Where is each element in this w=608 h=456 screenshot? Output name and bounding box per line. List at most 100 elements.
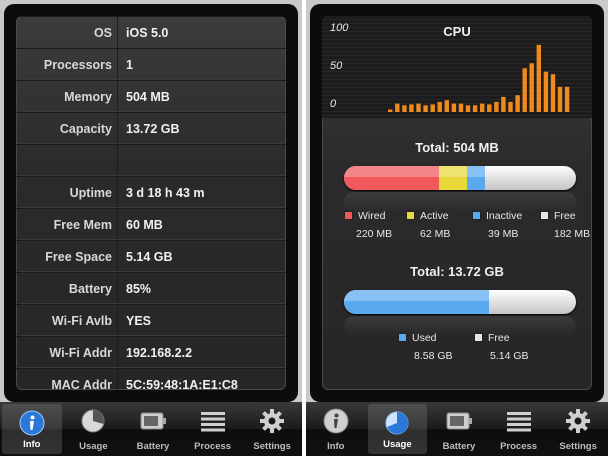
- storage-total-label: Total: 13.72 GB: [410, 264, 504, 279]
- cpu-bar: [564, 86, 570, 112]
- info-value: 5C:59:48:1A:E1:C8: [126, 378, 238, 390]
- info-screen-phone: OS iOS 5.0 Processors 1 Memory 504 MB Ca…: [0, 0, 302, 456]
- info-key: Free Space: [45, 250, 112, 264]
- info-key: Capacity: [59, 122, 112, 136]
- cpu-bar: [472, 105, 478, 112]
- cpu-bar: [416, 103, 421, 112]
- info-key: Free Mem: [53, 218, 112, 232]
- cpu-bar: [430, 104, 435, 112]
- info-key: Processors: [43, 58, 112, 72]
- legend-value: 8.58 GB: [414, 350, 453, 362]
- tab-info[interactable]: Info: [2, 404, 62, 454]
- cpu-chart-panel: CPU 100 50 0: [322, 16, 592, 118]
- legend-label: Wired: [358, 210, 386, 222]
- cpu-bar: [487, 104, 492, 112]
- info-row-os: OS iOS 5.0: [16, 16, 286, 48]
- info-icon: [323, 408, 349, 434]
- tab-process[interactable]: Process: [183, 402, 243, 456]
- cpu-bar: [451, 103, 457, 112]
- battery-icon: [140, 412, 166, 430]
- tab-label: Process: [500, 441, 538, 452]
- info-key: Memory: [64, 90, 112, 104]
- legend-label: Active: [420, 210, 449, 222]
- tab-process[interactable]: Process: [489, 402, 549, 456]
- info-value: 85%: [126, 282, 152, 296]
- info-value: iOS 5.0: [126, 26, 169, 40]
- info-value: 3 d 18 h 43 m: [126, 186, 205, 200]
- info-panel: OS iOS 5.0 Processors 1 Memory 504 MB Ca…: [16, 16, 286, 390]
- legend-label: Free: [554, 210, 576, 222]
- cpu-bar: [515, 95, 520, 112]
- device-frame: CPU 100 50 0 Total: 504 MB Wired Active …: [310, 4, 604, 402]
- info-row-mac-addr: MAC Addr 5C:59:48:1A:E1:C8: [16, 368, 286, 390]
- tab-settings[interactable]: Settings: [242, 402, 302, 456]
- cpu-bar: [501, 96, 506, 112]
- legend-label: Used: [412, 332, 437, 344]
- cpu-bar: [395, 103, 400, 112]
- cpu-bar: [409, 104, 414, 112]
- cpu-bar: [437, 101, 442, 112]
- usage-panel: CPU 100 50 0 Total: 504 MB Wired Active …: [322, 16, 592, 390]
- tab-label: Settings: [559, 441, 597, 452]
- process-list-icon: [506, 412, 531, 432]
- legend-swatch: [406, 211, 415, 220]
- cpu-bar: [529, 63, 534, 112]
- tab-battery[interactable]: Battery: [123, 402, 183, 456]
- legend-swatch: [344, 211, 353, 220]
- info-row-wifi-avlb: Wi-Fi Avlb YES: [16, 304, 286, 336]
- info-key: OS: [93, 26, 112, 40]
- cpu-bar: [557, 86, 563, 112]
- info-row-free-space: Free Space 5.14 GB: [16, 240, 286, 272]
- cpu-bar-chart: [388, 44, 570, 112]
- cpu-bar: [536, 44, 541, 112]
- legend-wired: Wired: [344, 210, 385, 222]
- gear-icon: [566, 409, 591, 433]
- legend-value: 220 MB: [356, 228, 393, 240]
- tab-label: Settings: [253, 441, 291, 452]
- info-row-spacer: [16, 144, 286, 176]
- tab-usage[interactable]: Usage: [367, 404, 428, 454]
- cpu-bar: [402, 105, 407, 112]
- tab-label: Info: [327, 441, 345, 452]
- tab-info[interactable]: Info: [306, 402, 366, 456]
- tab-usage[interactable]: Usage: [64, 402, 124, 456]
- legend-value: 39 MB: [488, 228, 519, 240]
- usage-pie-icon: [385, 411, 409, 435]
- tab-battery[interactable]: Battery: [429, 402, 489, 456]
- info-row-wifi-addr: Wi-Fi Addr 192.168.2.2: [16, 336, 286, 368]
- cpu-bar: [543, 71, 549, 112]
- info-value: 504 MB: [126, 90, 170, 104]
- info-row-processors: Processors 1: [16, 48, 286, 80]
- info-row-battery: Battery 85%: [16, 272, 286, 304]
- memory-inactive-segment: [467, 166, 485, 190]
- usage-pie-icon: [81, 409, 105, 433]
- storage-used-segment: [344, 290, 489, 314]
- device-frame: OS iOS 5.0 Processors 1 Memory 504 MB Ca…: [4, 4, 298, 402]
- gear-icon: [260, 409, 285, 433]
- legend-value: 182 MB: [554, 228, 591, 240]
- legend-swatch: [398, 333, 407, 342]
- legend-free: Free: [474, 332, 510, 344]
- tab-label: Usage: [79, 441, 108, 452]
- info-value: 13.72 GB: [126, 122, 180, 136]
- info-value: 60 MB: [126, 218, 163, 232]
- memory-active-segment: [439, 166, 467, 190]
- cpu-bar: [465, 105, 471, 112]
- legend-free: Free: [540, 210, 576, 222]
- tab-label: Info: [23, 439, 41, 450]
- usage-screen-phone: CPU 100 50 0 Total: 504 MB Wired Active …: [306, 0, 608, 456]
- legend-label: Inactive: [486, 210, 523, 222]
- memory-wired-segment: [344, 166, 439, 190]
- info-key: MAC Addr: [51, 378, 112, 390]
- storage-bar-reflection: [344, 316, 576, 336]
- memory-usage-bar: [344, 166, 576, 190]
- tab-settings[interactable]: Settings: [548, 402, 608, 456]
- info-key: Wi-Fi Addr: [49, 346, 112, 360]
- cpu-bar: [550, 74, 556, 112]
- legend-used: Used: [398, 332, 437, 344]
- cpu-bar: [388, 109, 393, 112]
- tab-label: Process: [194, 441, 232, 452]
- legend-inactive: Inactive: [472, 210, 522, 222]
- info-key: Wi-Fi Avlb: [51, 314, 112, 328]
- info-value: 192.168.2.2: [126, 346, 193, 360]
